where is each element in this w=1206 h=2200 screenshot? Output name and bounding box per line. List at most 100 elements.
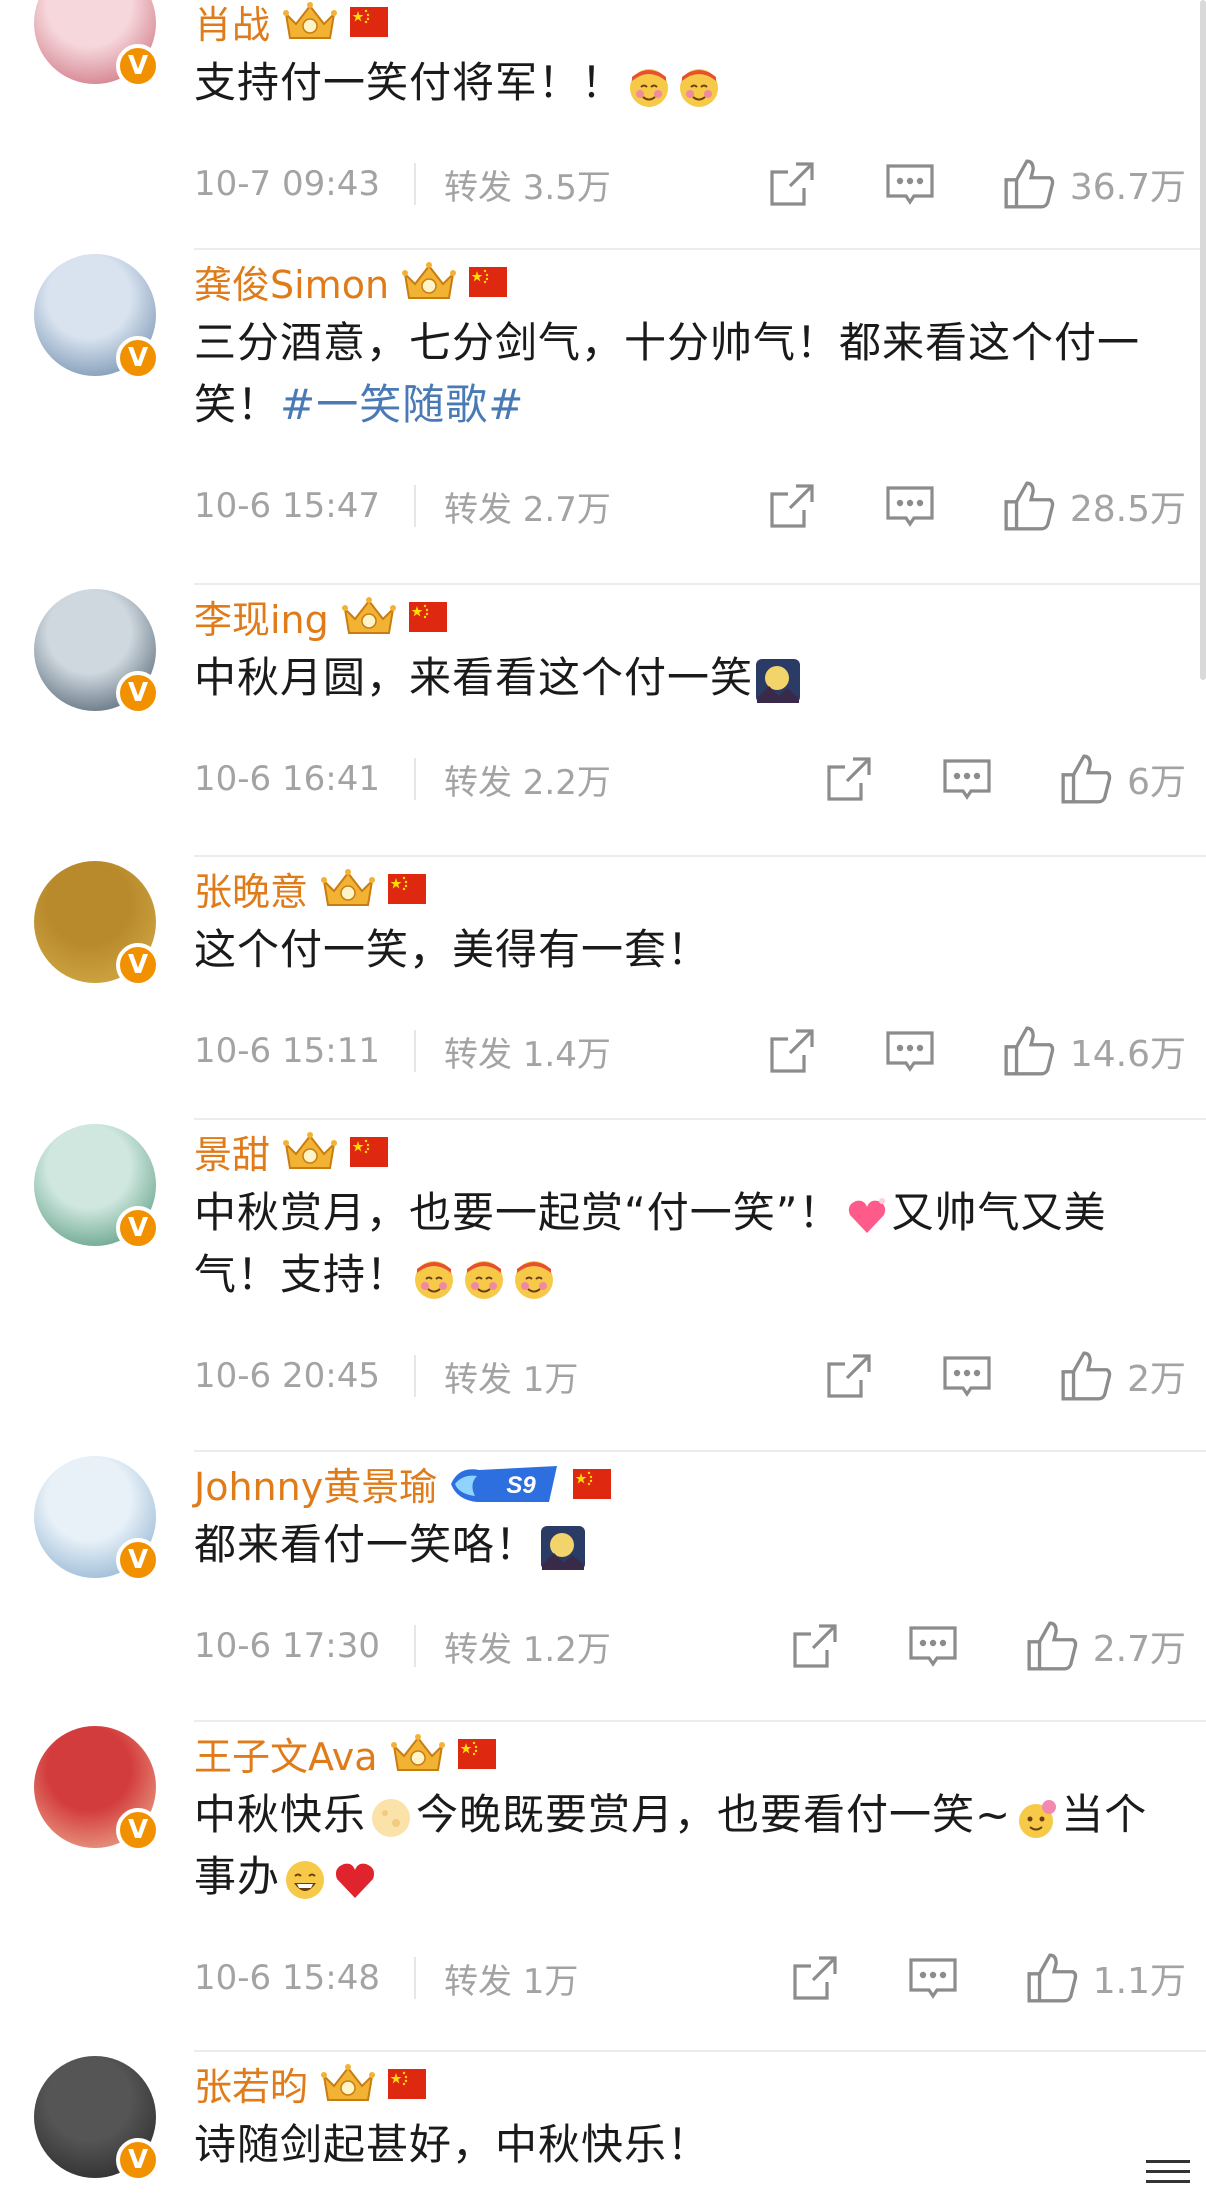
author-name[interactable]: Johnny黄景瑜	[194, 1456, 437, 1511]
timestamp: 10-6 15:11	[194, 1031, 380, 1071]
like-button[interactable]: 6万	[1059, 752, 1186, 806]
vip-crown-icon[interactable]	[320, 867, 376, 911]
vip-crown-icon[interactable]	[390, 1732, 446, 1776]
verified-badge-icon: V	[116, 671, 160, 715]
like-thumb-icon[interactable]	[1002, 1024, 1056, 1078]
comment-icon[interactable]	[941, 1350, 993, 1402]
avatar[interactable]: V	[34, 1124, 160, 1250]
comment-item: V 王子文Ava 中秋快乐 今晚既要赏月，也要看付一笑~ 当个事办 10-6 15:48 转…	[0, 1722, 1206, 2052]
comment-item: V 龚俊Simon 三分酒意，七分剑气，十分帅气！都来看这个付一笑！#一笑随歌# 10…	[0, 250, 1206, 585]
divider	[413, 1625, 416, 1667]
comment-text-segment: 中秋快乐	[194, 1790, 367, 1839]
share-icon[interactable]	[789, 1620, 841, 1672]
repost-count[interactable]: 转发 1.4万	[444, 1027, 611, 1076]
action-bar: 1.1万	[789, 1951, 1186, 2005]
like-thumb-icon[interactable]	[1025, 1951, 1079, 2005]
hashtag-link[interactable]: #一笑随歌#	[280, 380, 524, 429]
like-button[interactable]: 28.5万	[1002, 479, 1186, 533]
avatar[interactable]: V	[34, 1726, 160, 1852]
verified-badge-icon: V	[116, 1538, 160, 1582]
avatar[interactable]: V	[34, 589, 160, 715]
comment-icon[interactable]	[884, 1025, 936, 1077]
vip-crown-icon[interactable]	[282, 0, 338, 44]
like-count: 14.6万	[1069, 1034, 1186, 1075]
author-name[interactable]: 张晚意	[194, 861, 308, 916]
vip-crown-icon[interactable]	[282, 1130, 338, 1174]
like-thumb-icon[interactable]	[1059, 752, 1113, 806]
avatar[interactable]: V	[34, 861, 160, 987]
divider	[413, 758, 416, 800]
like-thumb-icon[interactable]	[1059, 1349, 1113, 1403]
vip-crown-icon[interactable]	[401, 260, 457, 304]
heart-sparkle-emoji-icon	[848, 1197, 885, 1233]
repost-count[interactable]: 转发 1万	[444, 1352, 578, 1401]
author-name[interactable]: 景甜	[194, 1124, 270, 1179]
author-name[interactable]: 张若昀	[194, 2056, 308, 2111]
china-flag-icon	[388, 2068, 427, 2099]
repost-count[interactable]: 转发 1.2万	[444, 1622, 611, 1671]
comment-icon[interactable]	[941, 753, 993, 805]
china-flag-icon	[573, 1468, 612, 1499]
comment-text-segment: 都来看付一笑咯！	[194, 1520, 539, 1569]
repost-count[interactable]: 转发 1万	[444, 1954, 578, 2003]
vip-crown-icon[interactable]	[320, 2062, 376, 2106]
comment-item: V 李现ing 中秋月圆，来看看这个付一笑 10-6 16:41 转发 2.2万 6万	[0, 585, 1206, 857]
scrollbar[interactable]	[1200, 0, 1206, 680]
comment-text: 支持付一笑付将军！！	[194, 52, 1184, 114]
share-icon[interactable]	[823, 1350, 875, 1402]
comment-text: 诗随剑起甚好，中秋快乐！	[194, 2114, 1184, 2176]
comment-meta: 10-6 15:47 转发 2.7万 28.5万	[194, 476, 1206, 536]
comment-item: V 肖战 支持付一笑付将军！！ 10-7 09:43 转发 3.5万 36.7万	[0, 0, 1206, 250]
avatar[interactable]: V	[34, 2056, 160, 2182]
share-icon[interactable]	[766, 158, 818, 210]
vip-crown-icon[interactable]	[341, 595, 397, 639]
like-count: 36.7万	[1069, 167, 1186, 208]
comment-text: 中秋月圆，来看看这个付一笑	[194, 647, 1184, 709]
like-button[interactable]: 2.7万	[1025, 1619, 1186, 1673]
share-icon[interactable]	[766, 1025, 818, 1077]
author-name[interactable]: 肖战	[194, 0, 270, 49]
comment-icon[interactable]	[884, 480, 936, 532]
china-flag-icon	[350, 6, 389, 37]
like-thumb-icon[interactable]	[1002, 479, 1056, 533]
author-name[interactable]: 王子文Ava	[194, 1726, 378, 1781]
action-bar: 2万	[823, 1349, 1186, 1403]
avatar[interactable]: V	[34, 1456, 160, 1582]
comment-icon[interactable]	[907, 1620, 959, 1672]
share-icon[interactable]	[823, 753, 875, 805]
action-bar: 2.7万	[789, 1619, 1186, 1673]
menu-lines-icon[interactable]	[1146, 2156, 1190, 2186]
author-row: 肖战	[194, 0, 389, 49]
verified-badge-icon: V	[116, 44, 160, 88]
like-button[interactable]: 14.6万	[1002, 1024, 1186, 1078]
avatar[interactable]: V	[34, 0, 160, 88]
like-thumb-icon[interactable]	[1002, 157, 1056, 211]
author-name[interactable]: 李现ing	[194, 589, 329, 644]
svip-level-badge[interactable]: S9	[449, 1462, 561, 1506]
avatar[interactable]: V	[34, 254, 160, 380]
author-name[interactable]: 龚俊Simon	[194, 254, 389, 309]
comment-icon[interactable]	[907, 1952, 959, 2004]
action-bar: 14.6万	[766, 1024, 1186, 1078]
author-row: 景甜	[194, 1124, 389, 1179]
comment-item: V 张若昀 诗随剑起甚好，中秋快乐！	[0, 2052, 1206, 2200]
repost-count[interactable]: 转发 3.5万	[444, 160, 611, 209]
share-icon[interactable]	[789, 1952, 841, 2004]
smiling-face-with-blush-emoji-icon	[465, 1260, 504, 1299]
repost-count[interactable]: 转发 2.2万	[444, 755, 611, 804]
comment-text: 三分酒意，七分剑气，十分帅气！都来看这个付一笑！#一笑随歌#	[194, 312, 1184, 436]
author-row: 龚俊Simon	[194, 254, 508, 309]
comment-icon[interactable]	[884, 158, 936, 210]
timestamp: 10-7 09:43	[194, 164, 380, 204]
like-count: 1.1万	[1092, 1961, 1186, 2002]
repost-count[interactable]: 转发 2.7万	[444, 482, 611, 531]
red-heart-emoji-icon	[335, 1863, 375, 1898]
like-button[interactable]: 1.1万	[1025, 1951, 1186, 2005]
flower-face-emoji-icon	[1019, 1799, 1057, 1838]
like-button[interactable]: 2万	[1059, 1349, 1186, 1403]
like-thumb-icon[interactable]	[1025, 1619, 1079, 1673]
comment-meta: 10-6 16:41 转发 2.2万 6万	[194, 749, 1206, 809]
share-icon[interactable]	[766, 480, 818, 532]
like-button[interactable]: 36.7万	[1002, 157, 1186, 211]
timestamp: 10-6 17:30	[194, 1626, 380, 1666]
